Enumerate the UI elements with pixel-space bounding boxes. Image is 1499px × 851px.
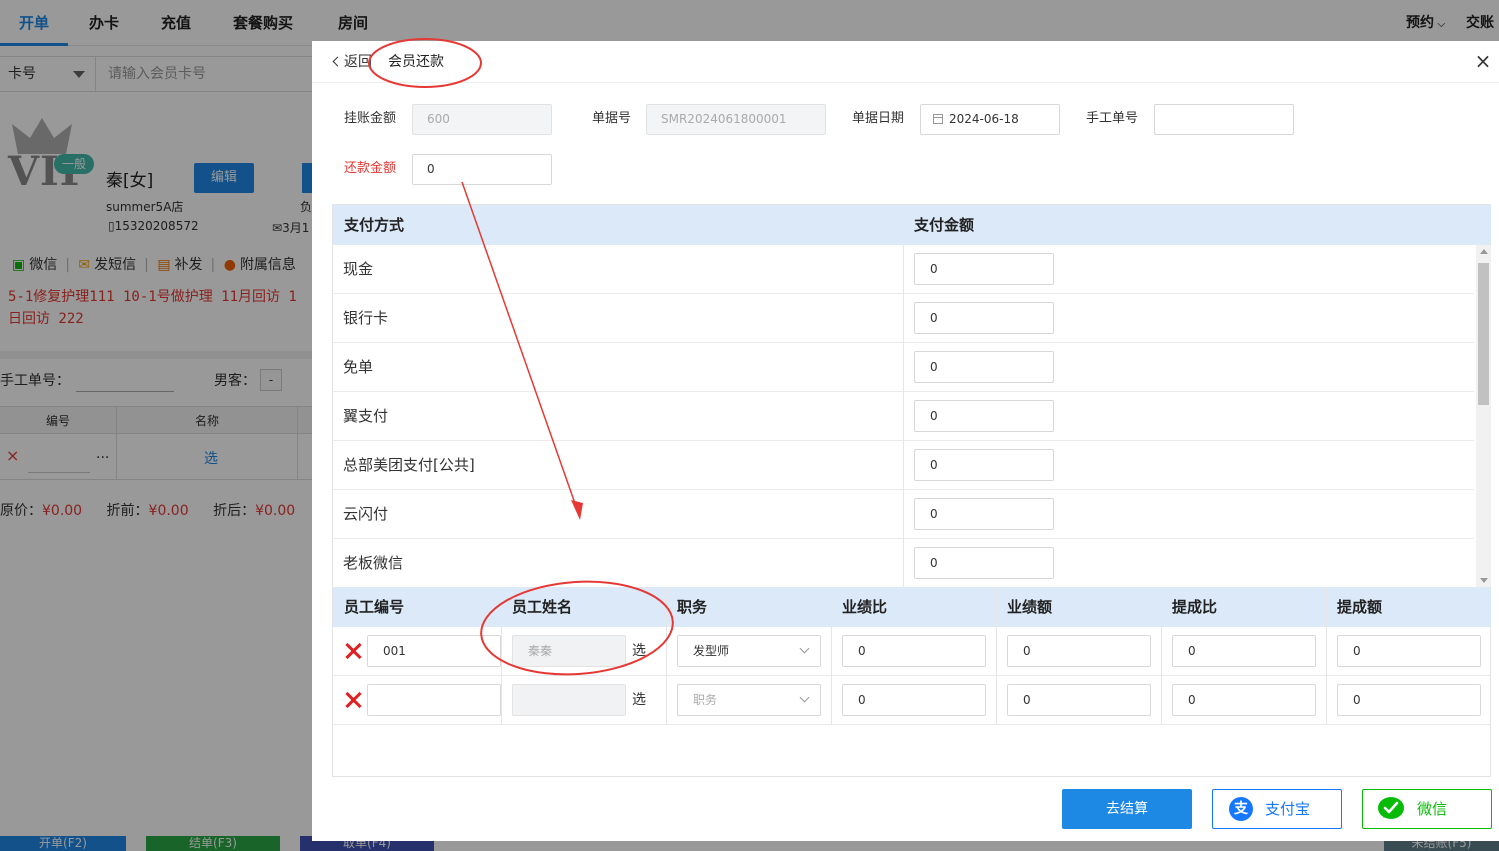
employee-table-header: 员工编号 员工姓名 职务 业绩比 业绩额 提成比 提成额 [333, 587, 1491, 627]
comm-amount-input[interactable]: 0 [1337, 635, 1481, 667]
table-row: 选 职务 0 0 0 0 [333, 676, 1491, 725]
repay-amount-label: 还款金额 [344, 161, 397, 176]
comm-amount-input[interactable]: 0 [1337, 684, 1481, 716]
column-divider [903, 245, 904, 587]
employee-name-input [512, 684, 626, 716]
perf-ratio-input[interactable]: 0 [842, 635, 986, 667]
role-select[interactable]: 职务 [677, 684, 821, 716]
perf-amount-input[interactable]: 0 [1007, 684, 1151, 716]
column-perf-ratio: 业绩比 [842, 598, 888, 616]
doc-date-field[interactable]: 2024-06-18 [920, 104, 1060, 135]
comm-ratio-input[interactable]: 0 [1172, 684, 1316, 716]
manual-no-field[interactable] [1154, 104, 1294, 135]
doc-no-field: SMR2024061800001 [646, 104, 826, 135]
delete-employee-icon[interactable] [343, 641, 363, 661]
pay-amount-input[interactable]: 0 [914, 449, 1054, 481]
scrollbar-thumb[interactable] [1478, 263, 1489, 405]
column-divider [996, 587, 997, 725]
alipay-icon: 支 [1229, 797, 1253, 821]
payment-box: 支付方式 支付金额 现金 0 银行卡 0 免单 0 翼支付 0 总部美团支付[公… [332, 204, 1491, 777]
back-button[interactable]: 返回 [332, 41, 372, 83]
settle-button[interactable]: 去结算 [1062, 789, 1192, 829]
role-select[interactable]: 发型师 [677, 635, 821, 667]
pay-amount-input[interactable]: 0 [914, 351, 1054, 383]
table-row: 001 秦秦 选 发型师 0 0 0 0 [333, 627, 1491, 676]
chevron-left-icon [332, 56, 343, 67]
payment-table-header: 支付方式 支付金额 [333, 205, 1476, 245]
choose-employee-link[interactable]: 选 [632, 676, 646, 725]
employee-code-input[interactable] [367, 684, 501, 716]
employee-name-input: 秦秦 [512, 635, 626, 667]
column-pay-method: 支付方式 [344, 216, 405, 234]
pay-amount-input[interactable]: 0 [914, 498, 1054, 530]
doc-date-label: 单据日期 [852, 111, 905, 126]
column-emp-name: 员工姓名 [512, 598, 573, 616]
hang-amount-field: 600 [412, 104, 552, 135]
pay-amount-input[interactable]: 0 [914, 400, 1054, 432]
manual-no-label: 手工单号 [1086, 111, 1139, 126]
payment-scrollbar[interactable] [1476, 245, 1491, 587]
column-comm-amount: 提成额 [1337, 598, 1383, 616]
wechat-icon [1378, 797, 1404, 819]
perf-amount-input[interactable]: 0 [1007, 635, 1151, 667]
wechat-pay-button[interactable]: 微信 [1362, 789, 1492, 829]
modal-title: 会员还款 [388, 54, 444, 70]
employee-code-input[interactable]: 001 [367, 635, 501, 667]
alipay-button[interactable]: 支 支付宝 [1212, 789, 1342, 829]
column-divider [501, 587, 502, 725]
column-pay-amount: 支付金额 [914, 216, 975, 234]
chevron-down-icon [799, 643, 810, 654]
calendar-icon [933, 114, 943, 124]
delete-employee-icon[interactable] [343, 690, 363, 710]
header-pad [1476, 205, 1491, 245]
member-repay-modal: 返回 会员还款 × 挂账金额 600 单据号 SMR2024061800001 … [312, 41, 1499, 841]
column-emp-code: 员工编号 [344, 598, 405, 616]
comm-ratio-input[interactable]: 0 [1172, 635, 1316, 667]
perf-ratio-input[interactable]: 0 [842, 684, 986, 716]
payment-list: 现金 0 银行卡 0 免单 0 翼支付 0 总部美团支付[公共] 0 云闪付 0 [333, 245, 1474, 587]
choose-employee-link[interactable]: 选 [632, 627, 646, 676]
column-divider [1326, 587, 1327, 725]
doc-no-label: 单据号 [592, 111, 632, 126]
pay-amount-input[interactable]: 0 [914, 302, 1054, 334]
pay-amount-input[interactable]: 0 [914, 547, 1054, 579]
column-divider [666, 587, 667, 725]
close-icon[interactable]: × [1473, 51, 1493, 71]
pay-amount-input[interactable]: 0 [914, 253, 1054, 285]
column-divider [831, 587, 832, 725]
modal-header: 返回 会员还款 × [312, 41, 1499, 83]
scroll-up-icon[interactable] [1480, 249, 1488, 254]
column-comm-ratio: 提成比 [1172, 598, 1218, 616]
scroll-down-icon[interactable] [1480, 578, 1488, 583]
column-divider [1161, 587, 1162, 725]
hang-amount-label: 挂账金额 [344, 111, 397, 126]
chevron-down-icon [799, 692, 810, 703]
column-role: 职务 [677, 598, 708, 616]
column-perf-amount: 业绩额 [1007, 598, 1053, 616]
repay-amount-field[interactable]: 0 [412, 154, 552, 185]
